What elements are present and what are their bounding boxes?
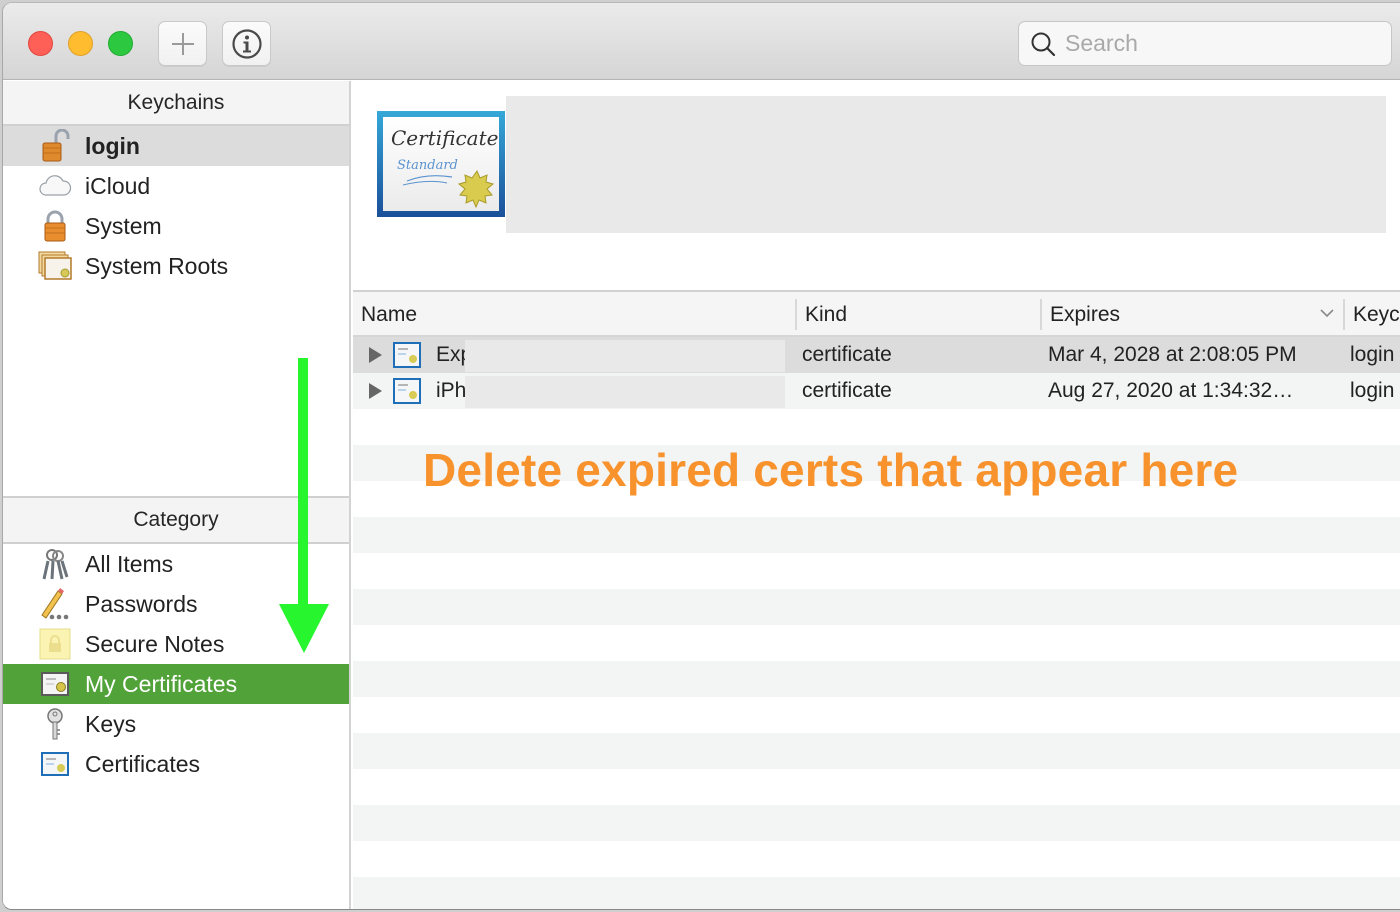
column-header-label: Expires (1050, 302, 1121, 326)
note-icon (38, 627, 72, 661)
info-icon (231, 28, 262, 59)
cert-expires: Aug 27, 2020 at 1:34:32… (1048, 379, 1294, 402)
keychain-label: System (85, 212, 162, 239)
redacted-details (506, 96, 1386, 233)
category-item-certificates[interactable]: Certificates (3, 744, 349, 784)
disclosure-triangle-icon[interactable] (369, 383, 382, 399)
category-label: Secure Notes (85, 630, 225, 657)
plus-icon (171, 32, 194, 55)
category-item-keys[interactable]: Keys (3, 704, 349, 744)
get-info-button[interactable] (222, 21, 271, 66)
zoom-window-button[interactable] (108, 31, 133, 56)
table-header: Name Kind Expires Keyc (353, 292, 1400, 337)
keychain-label: System Roots (85, 252, 229, 279)
annotation-arrow-down-icon (279, 358, 329, 653)
column-header-label: Keyc (1353, 302, 1400, 326)
minimize-window-button[interactable] (68, 31, 93, 56)
item-preview: Certificate Standard (353, 81, 1400, 292)
cert-keychain: login (1350, 343, 1395, 366)
category-label: My Certificates (85, 670, 238, 697)
redacted-name (465, 340, 785, 372)
column-header-keychain[interactable]: Keyc (1343, 299, 1400, 330)
locked-padlock-icon (38, 209, 72, 243)
svg-text:Certificate: Certificate (391, 126, 498, 150)
certificate-stack-icon (38, 249, 72, 283)
keychain-item-system-roots[interactable]: System Roots (3, 246, 349, 286)
cert-name: iPh (436, 379, 467, 402)
category-label: All Items (85, 550, 174, 577)
pencil-icon (38, 587, 72, 621)
cert-keychain: login (1350, 379, 1395, 402)
add-item-button[interactable] (158, 21, 207, 66)
toolbar (3, 3, 1400, 80)
annotation-text: Delete expired certs that appear here (423, 444, 1239, 496)
search-input[interactable] (1065, 30, 1365, 57)
certificates-table: Exp certificate Mar 4, 2028 at 2:08:05 P… (353, 337, 1400, 909)
certificate-icon (393, 342, 421, 368)
disclosure-triangle-icon[interactable] (369, 347, 382, 363)
keychain-item-system[interactable]: System (3, 206, 349, 246)
keys-icon (38, 547, 72, 581)
search-icon (1031, 32, 1056, 56)
certificate-standard-icon: Certificate Standard (377, 111, 505, 217)
column-header-label: Kind (805, 302, 848, 326)
category-label: Certificates (85, 750, 201, 777)
keychain-access-window: Keychains login (2, 2, 1400, 910)
certificate-icon (38, 747, 72, 781)
cert-expires: Mar 4, 2028 at 2:08:05 PM (1048, 343, 1297, 366)
unlocked-padlock-icon (38, 129, 72, 163)
keychain-item-login[interactable]: login (3, 126, 349, 166)
redacted-name (465, 376, 785, 408)
cert-kind: certificate (802, 379, 892, 402)
svg-text:Standard: Standard (397, 158, 458, 173)
keychain-label: login (85, 132, 140, 159)
keychains-header: Keychains (3, 81, 349, 126)
my-certificate-icon (38, 667, 72, 701)
close-window-button[interactable] (28, 31, 53, 56)
column-header-expires[interactable]: Expires (1040, 299, 1343, 330)
search-field[interactable] (1018, 21, 1392, 66)
category-label: Keys (85, 710, 137, 737)
column-header-name[interactable]: Name (361, 292, 417, 337)
cert-kind: certificate (802, 343, 892, 366)
table-row[interactable]: iPh certificate Aug 27, 2020 at 1:34:32…… (353, 373, 1400, 409)
category-item-my-certificates[interactable]: My Certificates (3, 664, 349, 704)
keychain-label: iCloud (85, 172, 151, 199)
column-header-kind[interactable]: Kind (795, 299, 847, 330)
category-label: Passwords (85, 590, 198, 617)
table-row[interactable]: Exp certificate Mar 4, 2028 at 2:08:05 P… (353, 337, 1400, 373)
chevron-down-icon (1320, 309, 1334, 318)
keychain-item-icloud[interactable]: iCloud (3, 166, 349, 206)
cloud-icon (38, 169, 72, 203)
key-icon (38, 707, 72, 741)
certificate-icon (393, 378, 421, 404)
